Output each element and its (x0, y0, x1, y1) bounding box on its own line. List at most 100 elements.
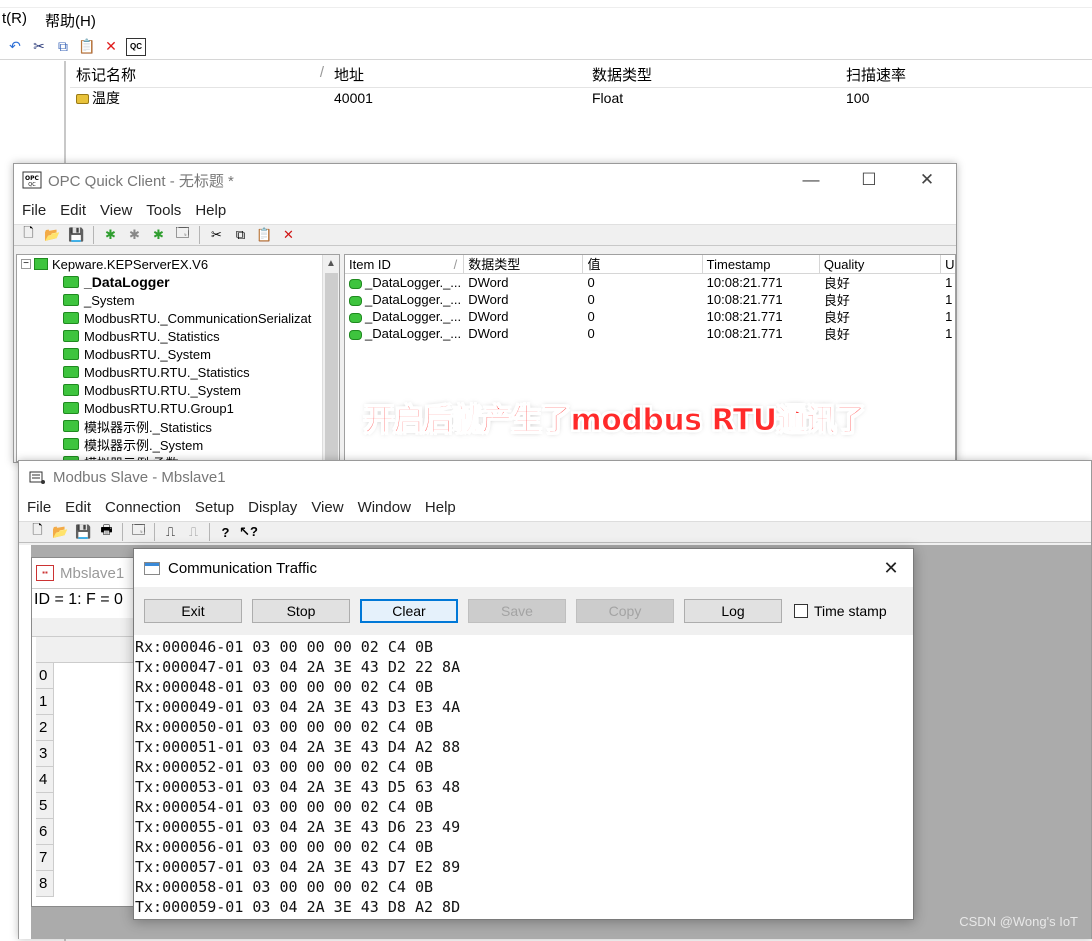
server-icon (34, 258, 48, 270)
cut-icon[interactable]: ✂ (30, 38, 48, 56)
tree-item[interactable]: _DataLogger (17, 273, 339, 291)
tree-item[interactable]: ModbusRTU._CommunicationSerializat (17, 309, 339, 327)
copy-icon[interactable]: ⧉ (230, 226, 251, 244)
tree-item[interactable]: 模拟器示例._System (17, 435, 339, 453)
tree-item[interactable]: ModbusRTU.RTU._System (17, 381, 339, 399)
new-server-icon[interactable]: ✱ (100, 226, 121, 244)
new-file-icon[interactable]: 🗋 (18, 225, 39, 244)
menu-file[interactable]: File (15, 202, 53, 219)
save-icon[interactable]: 💾 (73, 523, 94, 541)
collapse-icon[interactable]: − (21, 259, 31, 269)
register-grid[interactable]: 012345678 (32, 636, 138, 906)
list-item[interactable]: _DataLogger._... DWord 0 10:08:21.771 良好 1 (345, 291, 955, 308)
col-item-id[interactable]: Item ID / (345, 255, 465, 273)
menu-edit[interactable]: Edit (53, 202, 93, 219)
col-tag-name[interactable]: 标记名称 / (70, 64, 330, 85)
window-icon[interactable]: 🗔 (128, 522, 149, 541)
col-address[interactable]: 地址 (330, 64, 588, 85)
minimize-icon[interactable]: — (782, 164, 840, 196)
cell-value: 0 (587, 326, 595, 341)
tree-item[interactable]: ModbusRTU.RTU.Group1 (17, 399, 339, 417)
log-button[interactable]: Log (684, 599, 782, 623)
col-timestamp[interactable]: Timestamp (703, 255, 820, 273)
menu-edit[interactable]: Edit (58, 499, 98, 516)
list-item[interactable]: _DataLogger._... DWord 0 10:08:21.771 良好 1 (345, 274, 955, 291)
delete-icon[interactable]: ✕ (278, 226, 299, 244)
close-icon[interactable]: ✕ (869, 558, 913, 579)
tag-table: 标记名称 / 地址 数据类型 扫描速率 温度 40001 Float 100 (70, 62, 1092, 108)
delete-icon[interactable]: ✕ (102, 38, 120, 56)
tree-item-label: ModbusRTU._System (84, 346, 211, 362)
maximize-icon[interactable]: ☐ (840, 164, 898, 196)
col-update[interactable]: U (941, 255, 955, 273)
col-data-type[interactable]: 数据类型 (588, 64, 842, 85)
scroll-up-icon[interactable]: ▲ (323, 255, 339, 272)
traffic-title: Communication Traffic (168, 559, 317, 577)
paste-icon[interactable]: 📋 (78, 38, 96, 56)
tree-root[interactable]: − Kepware.KEPServerEX.V6 (17, 255, 339, 273)
col-scan-rate[interactable]: 扫描速率 (842, 64, 1082, 85)
list-item[interactable]: _DataLogger._... DWord 0 10:08:21.771 良好 1 (345, 308, 955, 325)
tree-item[interactable]: 模拟器示例._Statistics (17, 417, 339, 435)
menu-tools[interactable]: t(R) (0, 10, 29, 32)
traffic-line: Tx:000049-01 03 04 2A 3E 43 D3 E3 4A (135, 698, 461, 716)
opc-quick-client-icon[interactable]: QC (126, 37, 146, 56)
close-icon[interactable]: ✕ (898, 164, 956, 196)
tree-root-label: Kepware.KEPServerEX.V6 (52, 256, 209, 272)
new-group-icon[interactable]: ✱ (124, 226, 145, 244)
menu-display[interactable]: Display (241, 499, 304, 516)
col-data-type[interactable]: 数据类型 (464, 255, 584, 273)
undo-icon[interactable]: ↶ (6, 38, 24, 56)
new-file-icon[interactable]: 🗋 (27, 522, 48, 541)
col-quality[interactable]: Quality (820, 255, 942, 273)
mbslave1-child-window[interactable]: ▪▪ Mbslave1 ID = 1: F = 0 012345678 (31, 557, 139, 907)
traffic-log[interactable]: Rx:000046-01 03 00 00 00 02 C4 0B Tx:0000… (135, 637, 913, 919)
opc-toolbar: 🗋 📂 💾 ✱ ✱ ✱ 🗔 ✂ ⧉ 📋 ✕ (14, 224, 956, 246)
traffic-line: Rx:000054-01 03 00 00 00 02 C4 0B (135, 798, 434, 816)
tree-item[interactable]: _System (17, 291, 339, 309)
cut-icon[interactable]: ✂ (206, 226, 227, 244)
menu-file[interactable]: File (20, 499, 58, 516)
menu-setup[interactable]: Setup (188, 499, 241, 516)
properties-icon[interactable]: 🗔 (172, 225, 193, 244)
mbslave1-titlebar[interactable]: ▪▪ Mbslave1 (32, 558, 138, 588)
save-icon[interactable]: 💾 (66, 226, 87, 244)
paste-icon[interactable]: 📋 (254, 226, 275, 244)
open-folder-icon[interactable]: 📂 (50, 523, 71, 541)
folder-icon (63, 330, 79, 342)
open-folder-icon[interactable]: 📂 (42, 226, 63, 244)
checkbox-icon[interactable] (794, 604, 808, 618)
menu-view[interactable]: View (304, 499, 350, 516)
tree-item[interactable]: ModbusRTU._Statistics (17, 327, 339, 345)
scroll-thumb[interactable] (325, 273, 338, 461)
menu-view[interactable]: View (93, 202, 139, 219)
tree-item[interactable]: ModbusRTU.RTU._Statistics (17, 363, 339, 381)
opc-server-tree[interactable]: − Kepware.KEPServerEX.V6 _DataLogger _Sys… (16, 254, 340, 462)
col-value[interactable]: 值 (583, 255, 703, 273)
timestamp-checkbox[interactable]: Time stamp (794, 603, 887, 619)
list-item[interactable]: _DataLogger._... DWord 0 10:08:21.771 良好 1 (345, 325, 955, 342)
menu-help[interactable]: Help (188, 202, 233, 219)
disconnect-icon[interactable]: ⎍ (183, 523, 204, 541)
new-item-icon[interactable]: ✱ (148, 226, 169, 244)
print-icon[interactable]: 🖶 (96, 522, 117, 541)
cell-u: 1 (945, 275, 953, 290)
tree-item-label: _DataLogger (84, 274, 170, 290)
menu-help[interactable]: Help (418, 499, 463, 516)
stop-button[interactable]: Stop (252, 599, 350, 623)
help-icon[interactable]: ? (215, 523, 236, 541)
folder-icon (63, 294, 79, 306)
connect-icon[interactable]: ⎍ (160, 523, 181, 541)
menu-tools[interactable]: Tools (139, 202, 188, 219)
copy-icon[interactable]: ⧉ (54, 38, 72, 56)
cell-item: _DataLogger._... (345, 275, 464, 290)
menu-connection[interactable]: Connection (98, 499, 188, 516)
clear-button[interactable]: Clear (360, 599, 458, 623)
tree-item[interactable]: ModbusRTU._System (17, 345, 339, 363)
tree-scrollbar[interactable]: ▲ (322, 255, 339, 461)
menu-help[interactable]: 帮助(H) (43, 10, 98, 32)
context-help-icon[interactable]: ↖? (238, 523, 259, 541)
exit-button[interactable]: Exit (144, 599, 242, 623)
menu-window[interactable]: Window (351, 499, 418, 516)
table-row[interactable]: 温度 40001 Float 100 (70, 88, 1092, 108)
